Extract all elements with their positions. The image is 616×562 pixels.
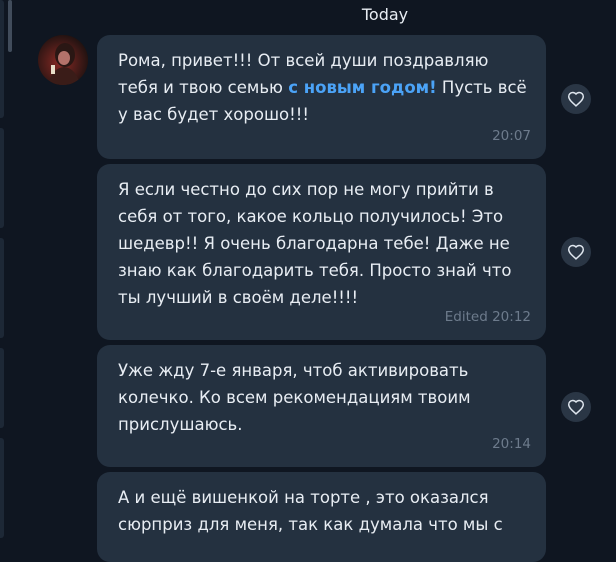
message-text: Уже жду 7-е января, чтоб активировать ко… [118,361,471,434]
message-bubble[interactable]: А и ещё вишенкой на торте , это оказался… [97,472,546,562]
message-bubble[interactable]: Я если честно до сих пор не могу прийти … [97,164,546,340]
chat-list-item[interactable] [0,438,4,538]
message-time: Edited 20:12 [444,309,531,325]
chat-list-item[interactable] [0,348,4,428]
message-text: Я если честно до сих пор не могу прийти … [118,180,512,307]
message-bubble[interactable]: Рома, привет!!! От всей души поздравляю … [97,35,546,159]
chat-list-item[interactable] [0,238,4,338]
chat-list-item[interactable] [0,128,4,228]
message-text: Рома, привет!!! От всей души поздравляю … [118,51,527,124]
message-time: 20:07 [492,128,531,144]
message-bubble[interactable]: Уже жду 7-е января, чтоб активировать ко… [97,345,546,467]
reaction-button[interactable] [561,84,591,114]
user-avatar[interactable] [38,35,88,85]
message-time: 20:14 [492,436,531,452]
date-separator: Today [361,5,409,24]
heart-icon [567,399,585,415]
heart-icon [567,244,585,260]
heart-icon [567,91,585,107]
highlighted-text: с новым годом! [288,78,437,97]
reaction-button[interactable] [561,392,591,422]
reaction-button[interactable] [561,237,591,267]
message-text: А и ещё вишенкой на торте , это оказался… [118,488,503,534]
chat-list-strip [0,0,12,538]
